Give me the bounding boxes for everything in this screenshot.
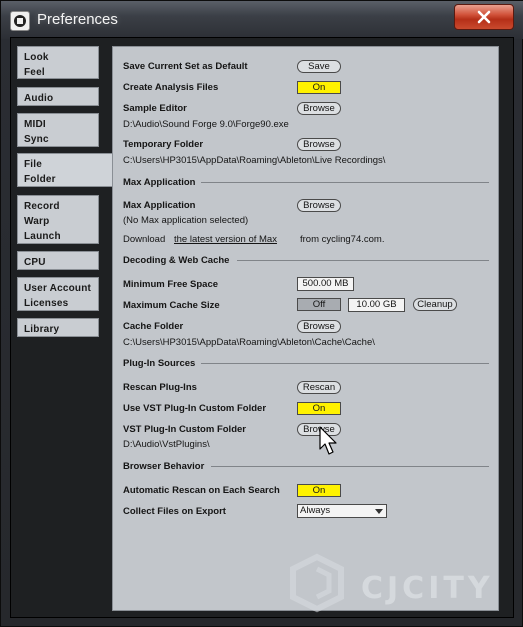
- section-header-decoding: Decoding & Web Cache: [123, 255, 230, 266]
- use-vst-custom-folder-label: Use VST Plug-In Custom Folder: [123, 403, 267, 414]
- temp-folder-browse-button[interactable]: Browse: [297, 138, 341, 151]
- ableton-app-icon: [10, 11, 30, 31]
- collect-files-label: Collect Files on Export: [123, 506, 226, 517]
- max-cache-size-field[interactable]: 10.00 GB: [348, 298, 405, 312]
- tab-midi-sync[interactable]: MIDI Sync: [17, 113, 99, 147]
- section-divider: [201, 363, 489, 364]
- tab-label: Audio: [24, 93, 54, 104]
- title-bar[interactable]: Preferences: [1, 1, 523, 39]
- max-status-text: (No Max application selected): [123, 215, 249, 226]
- rescan-plugins-label: Rescan Plug-Ins: [123, 382, 197, 393]
- save-default-button[interactable]: Save: [297, 60, 341, 73]
- cache-folder-label: Cache Folder: [123, 321, 184, 332]
- mouse-pointer-icon: [319, 426, 337, 455]
- window-title: Preferences: [37, 11, 118, 28]
- max-download-prefix: Download: [123, 234, 166, 245]
- collect-files-selected-value: Always: [300, 505, 331, 516]
- tab-record-warp-launch[interactable]: Record Warp Launch: [17, 195, 99, 244]
- temp-folder-path: C:\Users\HP3015\AppData\Roaming\Ableton\…: [123, 155, 386, 166]
- section-divider: [237, 260, 489, 261]
- cache-folder-path: C:\Users\HP3015\AppData\Roaming\Ableton\…: [123, 337, 375, 348]
- section-divider: [211, 466, 489, 467]
- analysis-files-toggle[interactable]: On: [297, 81, 341, 94]
- temp-folder-label: Temporary Folder: [123, 139, 204, 150]
- tab-label: Look: [24, 52, 49, 63]
- max-application-label: Max Application: [123, 200, 196, 211]
- use-vst-custom-folder-toggle[interactable]: On: [297, 402, 341, 415]
- tab-cpu[interactable]: CPU: [17, 251, 99, 270]
- max-browse-button[interactable]: Browse: [297, 199, 341, 212]
- max-download-suffix: from cycling74.com.: [300, 234, 385, 245]
- tab-audio[interactable]: Audio: [17, 87, 99, 106]
- auto-rescan-toggle[interactable]: On: [297, 484, 341, 497]
- cleanup-button[interactable]: Cleanup: [413, 298, 457, 311]
- min-free-space-field[interactable]: 500.00 MB: [297, 277, 354, 291]
- section-header-max: Max Application: [123, 177, 196, 188]
- auto-rescan-label: Automatic Rescan on Each Search: [123, 485, 280, 496]
- section-header-browser: Browser Behavior: [123, 461, 205, 472]
- tab-label: Warp: [24, 216, 50, 227]
- analysis-files-label: Create Analysis Files: [123, 82, 219, 93]
- tab-look-feel[interactable]: Look Feel: [17, 46, 99, 79]
- save-default-label: Save Current Set as Default: [123, 61, 248, 72]
- collect-files-dropdown[interactable]: Always: [297, 504, 387, 518]
- watermark-text: CJCITY: [361, 571, 494, 606]
- section-divider: [201, 182, 489, 183]
- max-cache-size-label: Maximum Cache Size: [123, 300, 220, 311]
- sample-editor-path: D:\Audio\Sound Forge 9.0\Forge90.exe: [123, 119, 289, 130]
- preferences-window: Preferences Look Feel Audio MIDI Sync Fi…: [0, 0, 523, 627]
- cache-folder-browse-button[interactable]: Browse: [297, 320, 341, 333]
- tab-label: CPU: [24, 257, 46, 268]
- max-cache-size-toggle[interactable]: Off: [297, 298, 341, 311]
- sample-editor-label: Sample Editor: [123, 103, 187, 114]
- rescan-button[interactable]: Rescan: [297, 381, 341, 394]
- sample-editor-browse-button[interactable]: Browse: [297, 102, 341, 115]
- tab-label: MIDI: [24, 119, 46, 130]
- tab-file-folder[interactable]: File Folder: [17, 153, 113, 187]
- tab-label: Library: [24, 324, 60, 335]
- vst-custom-folder-label: VST Plug-In Custom Folder: [123, 424, 246, 435]
- tab-label: Folder: [24, 174, 56, 185]
- tab-label: Feel: [24, 67, 45, 78]
- tab-label: Licenses: [24, 298, 69, 309]
- tab-user-account-licenses[interactable]: User Account Licenses: [17, 277, 99, 311]
- close-icon: [477, 10, 491, 24]
- chevron-down-icon: [375, 509, 383, 514]
- tab-label: Record: [24, 201, 60, 212]
- tab-label: User Account: [24, 283, 92, 294]
- tab-label: Launch: [24, 231, 61, 242]
- close-window-button[interactable]: [454, 4, 514, 30]
- tab-library[interactable]: Library: [17, 318, 99, 337]
- section-header-plugins: Plug-In Sources: [123, 358, 196, 369]
- tab-label: File: [24, 159, 43, 170]
- max-download-link[interactable]: the latest version of Max: [174, 234, 277, 245]
- cjcity-watermark: CJCITY: [289, 551, 514, 626]
- tab-label: Sync: [24, 134, 49, 145]
- min-free-space-label: Minimum Free Space: [123, 279, 219, 290]
- vst-custom-folder-path: D:\Audio\VstPlugins\: [123, 439, 210, 450]
